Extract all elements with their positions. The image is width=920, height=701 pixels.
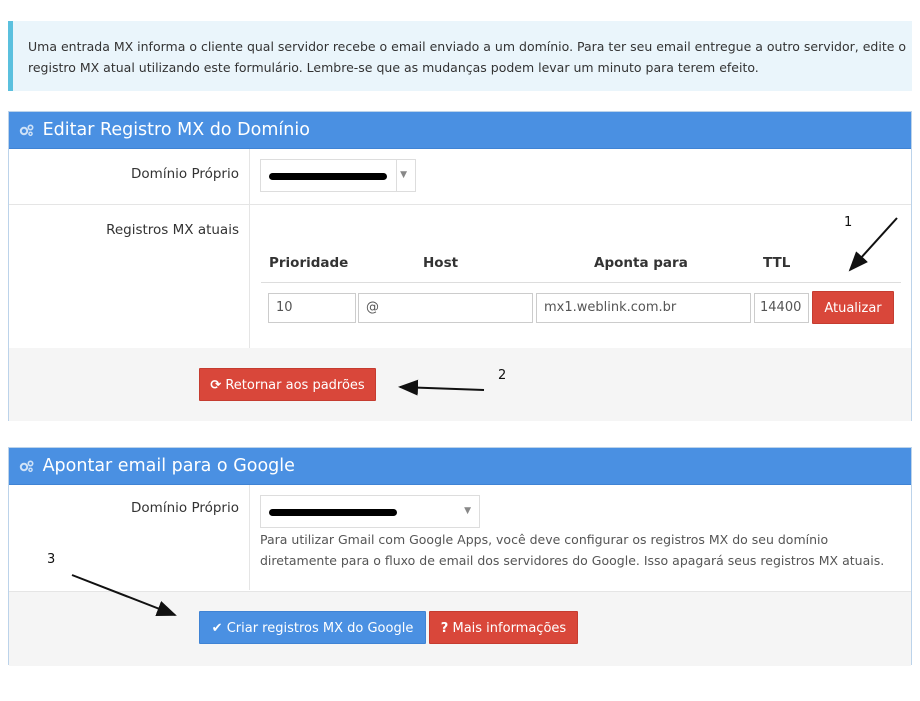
current-records-row: Registros MX atuais Prioridade Host Apon… (9, 205, 911, 349)
mx-panel-footer: ⟳ Retornar aos padrões (9, 348, 911, 421)
google-domain-label: Domínio Próprio (131, 500, 239, 516)
create-google-mx-button[interactable]: ✔ Criar registros MX do Google (199, 611, 426, 644)
annotation-1: 1 (844, 215, 853, 230)
reset-defaults-label: Retornar aos padrões (225, 378, 365, 393)
domain-label: Domínio Próprio (131, 166, 239, 182)
caret-down-icon: ▼ (400, 170, 407, 180)
reset-defaults-button[interactable]: ⟳ Retornar aos padrões (199, 368, 376, 401)
refresh-icon: ⟳ (210, 378, 222, 393)
cogs-icon (19, 124, 34, 137)
mx-panel-title: Editar Registro MX do Domínio (42, 120, 310, 140)
th-points-to: Aponta para (594, 255, 688, 271)
google-domain-row: Domínio Próprio ▼ Para utilizar Gmail co… (9, 485, 911, 590)
more-info-button[interactable]: ? Mais informações (429, 611, 578, 644)
th-ttl: TTL (763, 255, 791, 271)
host-input[interactable]: @ (358, 293, 533, 323)
check-icon: ✔ (211, 621, 223, 636)
google-panel-title: Apontar email para o Google (42, 456, 295, 476)
google-panel-footer: ✔ Criar registros MX do Google ? Mais in… (9, 591, 911, 666)
create-google-mx-label: Criar registros MX do Google (226, 621, 414, 636)
update-button[interactable]: Atualizar (812, 291, 894, 324)
domain-select[interactable]: ▼ (260, 159, 416, 192)
google-panel-header: Apontar email para o Google (9, 448, 911, 485)
cogs-icon (19, 460, 34, 473)
ttl-input[interactable]: 14400 (754, 293, 809, 323)
domain-row: Domínio Próprio ▼ (9, 149, 911, 205)
th-priority: Prioridade (269, 255, 349, 271)
info-text: Uma entrada MX informa o cliente qual se… (28, 39, 907, 75)
caret-down-icon: ▼ (464, 506, 471, 516)
mx-panel: Editar Registro MX do Domínio Domínio Pr… (8, 111, 912, 421)
points-to-input[interactable]: mx1.weblink.com.br (536, 293, 751, 323)
redacted-domain (269, 173, 387, 180)
question-icon: ? (440, 621, 449, 636)
google-panel: Apontar email para o Google Domínio Próp… (8, 447, 912, 666)
more-info-label: Mais informações (452, 621, 567, 636)
redacted-domain (269, 509, 397, 516)
google-domain-select[interactable]: ▼ (260, 495, 480, 528)
mx-panel-header: Editar Registro MX do Domínio (9, 112, 911, 149)
annotation-3: 3 (47, 552, 56, 567)
annotation-2: 2 (498, 368, 507, 383)
current-records-label: Registros MX atuais (106, 222, 239, 238)
info-alert: Uma entrada MX informa o cliente qual se… (8, 21, 912, 91)
priority-input[interactable]: 10 (268, 293, 356, 323)
google-help-text: Para utilizar Gmail com Google Apps, voc… (260, 532, 885, 568)
th-host: Host (423, 255, 459, 271)
